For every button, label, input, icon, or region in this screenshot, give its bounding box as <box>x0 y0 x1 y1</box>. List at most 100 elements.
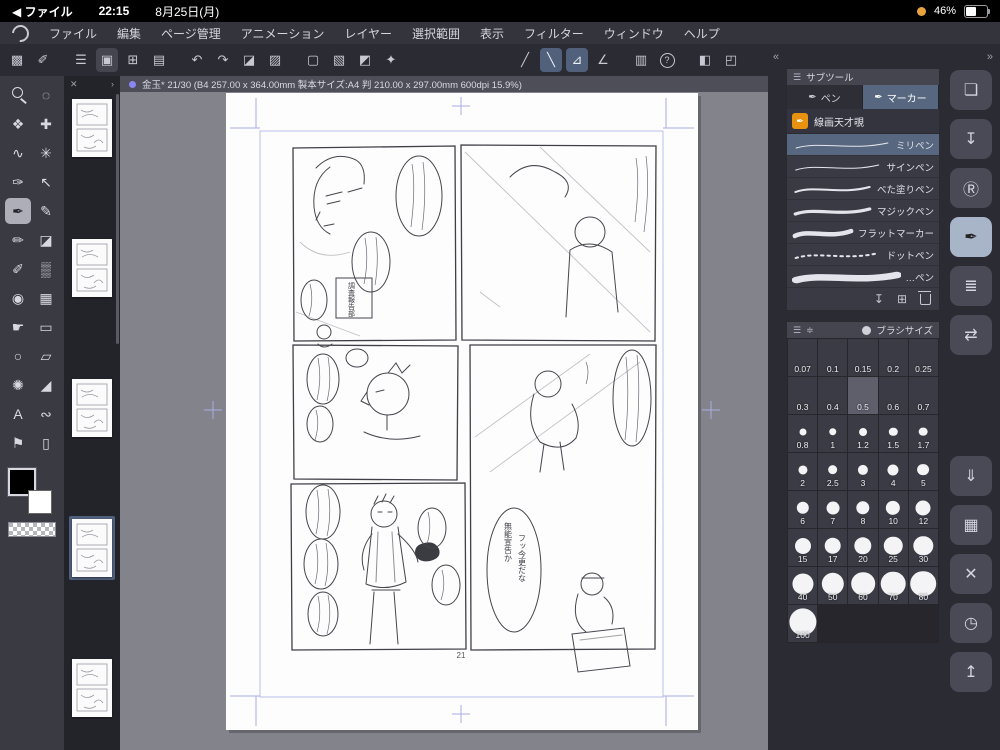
selection-area-tool[interactable]: ◌ <box>33 82 59 108</box>
マジックペン[interactable]: マジックペン <box>787 200 939 222</box>
blend-tool[interactable]: ◉ <box>5 285 31 311</box>
brush-size-15[interactable]: 15 <box>788 529 818 566</box>
help-button[interactable]: ? <box>656 48 678 72</box>
decoration-tool[interactable]: ✺ <box>5 372 31 398</box>
brush-size-4[interactable]: 4 <box>878 453 908 490</box>
deselect-button[interactable]: ▧ <box>328 48 350 72</box>
pinned-subtool[interactable]: ✒ 線画天才覗 <box>787 109 939 134</box>
brush-size-0.07[interactable]: 0.07 <box>788 339 818 376</box>
fill-tool[interactable]: ☛ <box>5 314 31 340</box>
menu-item[interactable]: 編集 <box>117 25 141 42</box>
tab-pen[interactable]: ✒ ペン <box>787 85 863 109</box>
ドットペン[interactable]: ドットペン <box>787 244 939 266</box>
page-thumbnail-5[interactable] <box>69 656 115 720</box>
invert-selection-button[interactable]: ◩ <box>354 48 376 72</box>
page-thumbnail-4[interactable] <box>69 516 115 580</box>
back-to-files-button[interactable]: ◀ ファイル <box>12 3 73 20</box>
register-subtool-button[interactable]: ↧ <box>874 292 884 306</box>
add-subtool-button[interactable]: ⊞ <box>897 292 907 306</box>
balloon-tool[interactable]: ○ <box>5 343 31 369</box>
palette-dock-button[interactable]: ▩ <box>6 48 28 72</box>
close-panel-button[interactable]: ✕ <box>950 554 992 594</box>
sub-color-swatch[interactable] <box>28 490 52 514</box>
menu-item[interactable]: アニメーション <box>241 25 325 42</box>
checker-toggle-button[interactable]: ◧ <box>694 48 716 72</box>
main-menu-button[interactable]: ☰ <box>70 48 92 72</box>
collapse-left-icon[interactable]: « <box>773 51 779 63</box>
brush-size-0.8[interactable]: 0.8 <box>788 415 818 452</box>
ミリペン[interactable]: ミリペン <box>787 134 939 156</box>
zoom-tool[interactable] <box>5 82 31 108</box>
close-pages-icon[interactable]: ✕ <box>70 79 78 90</box>
menu-item[interactable]: ファイル <box>49 25 97 42</box>
brush-size-1[interactable]: 1 <box>818 415 848 452</box>
eyedropper-tool[interactable]: ✑ <box>5 169 31 195</box>
…ペン[interactable]: …ペン <box>787 266 939 288</box>
tool-property-panel-button[interactable]: ≣ <box>950 266 992 306</box>
menu-item[interactable]: ウィンドウ <box>604 25 664 42</box>
page-settings-button[interactable]: ▤ <box>148 48 170 72</box>
layer-move-tool[interactable]: ↖ <box>33 169 59 195</box>
brush-size-0.4[interactable]: 0.4 <box>818 377 848 414</box>
brush-size-0.25[interactable]: 0.25 <box>908 339 938 376</box>
expand-view-button[interactable]: ◰ <box>720 48 742 72</box>
lasso-tool[interactable]: ∿ <box>5 140 31 166</box>
brush-settings-panel-button[interactable]: ✒ <box>950 217 992 257</box>
snap-grid-button[interactable]: ⊿ <box>566 48 588 72</box>
brush-size-17[interactable]: 17 <box>818 529 848 566</box>
tool-property-button[interactable]: ▣ <box>96 48 118 72</box>
delete-subtool-button[interactable] <box>917 290 931 305</box>
brush-size-40[interactable]: 40 <box>788 567 818 604</box>
figure-tool[interactable]: ▭ <box>33 314 59 340</box>
new-page-button[interactable]: ⊞ <box>122 48 144 72</box>
page-thumbnail-2[interactable] <box>69 236 115 300</box>
brush-size-100[interactable]: 100 <box>788 605 818 642</box>
memo-button[interactable]: ▥ <box>630 48 652 72</box>
tab-marker[interactable]: ✒ マーカー <box>863 85 939 109</box>
brush-size-80[interactable]: 80 <box>908 567 938 604</box>
select-wand-button[interactable]: ✦ <box>380 48 402 72</box>
operation-tool[interactable]: ⚑ <box>5 430 31 456</box>
brush-size-25[interactable]: 25 <box>878 529 908 566</box>
menu-item[interactable]: 選択範囲 <box>412 25 460 42</box>
redo-button[interactable]: ↷ <box>212 48 234 72</box>
brush-size-0.7[interactable]: 0.7 <box>908 377 938 414</box>
brush-size-3[interactable]: 3 <box>848 453 878 490</box>
menu-item[interactable]: フィルター <box>524 25 584 42</box>
brush-size-7[interactable]: 7 <box>818 491 848 528</box>
export-panel-button[interactable]: ⇓ <box>950 456 992 496</box>
navigator-panel-button[interactable]: ↧ <box>950 119 992 159</box>
menu-item[interactable]: ページ管理 <box>161 25 221 42</box>
brush-size-0.15[interactable]: 0.15 <box>848 339 878 376</box>
sub-view-tool[interactable]: ▯ <box>33 430 59 456</box>
gradient-tool[interactable]: ▦ <box>33 285 59 311</box>
brush-size-1.5[interactable]: 1.5 <box>878 415 908 452</box>
layers-panel-button[interactable]: ❏ <box>950 70 992 110</box>
transparent-color-swatch[interactable] <box>8 522 56 537</box>
brush-size-20[interactable]: 20 <box>848 529 878 566</box>
brush-size-10[interactable]: 10 <box>878 491 908 528</box>
brush-size-5[interactable]: 5 <box>908 453 938 490</box>
history-panel-button[interactable]: ◷ <box>950 603 992 643</box>
サインペン[interactable]: サインペン <box>787 156 939 178</box>
menu-item[interactable]: 表示 <box>480 25 504 42</box>
brush-size-1.2[interactable]: 1.2 <box>848 415 878 452</box>
brush-size-2[interactable]: 2 <box>788 453 818 490</box>
undo-button[interactable]: ↶ <box>186 48 208 72</box>
menu-item[interactable]: ヘルプ <box>684 25 720 42</box>
fill-button[interactable]: ▨ <box>264 48 286 72</box>
marker-tool[interactable]: ✎ <box>33 198 59 224</box>
snap-special-ruler-button[interactable]: ╲ <box>540 48 562 72</box>
brush-size-8[interactable]: 8 <box>848 491 878 528</box>
べた塗りペン[interactable]: べた塗りペン <box>787 178 939 200</box>
move-tool[interactable]: ✚ <box>33 111 59 137</box>
brush-size-30[interactable]: 30 <box>908 529 938 566</box>
select-rect-button[interactable]: ▢ <box>302 48 324 72</box>
brush-size-0.6[interactable]: 0.6 <box>878 377 908 414</box>
materials-panel-button[interactable]: ▦ <box>950 505 992 545</box>
color-swap-button[interactable]: ⇄ <box>950 315 992 355</box>
pen-tool[interactable]: ✒ <box>5 198 31 224</box>
menu-item[interactable]: レイヤー <box>344 25 392 42</box>
ruler-tool[interactable]: ◢ <box>33 372 59 398</box>
brush-size-70[interactable]: 70 <box>878 567 908 604</box>
